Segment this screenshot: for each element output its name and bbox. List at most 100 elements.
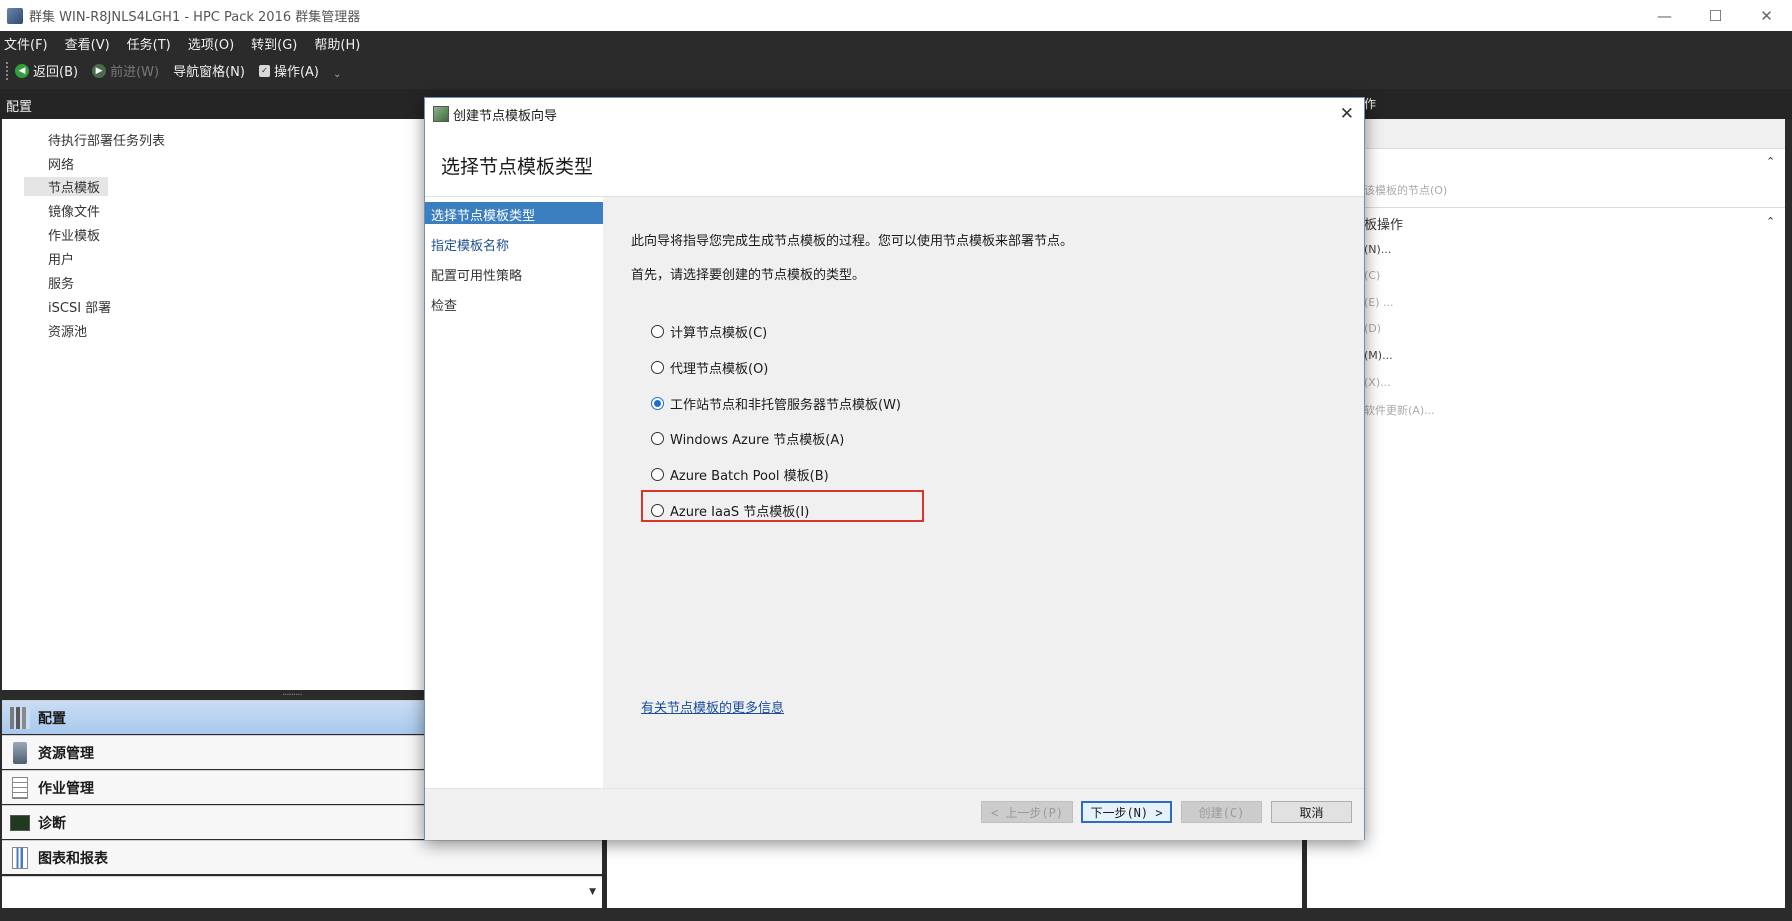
back-button[interactable]: ◀ 返回(B) (15, 61, 78, 80)
toolbar-overflow-icon[interactable]: ⌄ (333, 69, 341, 80)
radio-button[interactable] (651, 468, 664, 481)
actions-icon: ✓ (258, 64, 270, 77)
chevron-down-icon[interactable]: ▼ (589, 887, 596, 897)
dialog-footer: < 上一步(P) 下一步(N) > 创建(C) 取消 (425, 788, 1364, 840)
option-windows-azure[interactable]: Windows Azure 节点模板(A) (651, 429, 844, 448)
dialog-heading: 选择节点模板类型 (441, 156, 594, 178)
option-label: 计算节点模板(C) (670, 326, 768, 341)
nav-pane-button[interactable]: 导航窗格(N) (173, 61, 245, 80)
chart-report-icon (12, 846, 28, 869)
tree-item-pending-deploy[interactable]: 待执行部署任务列表 (48, 130, 165, 149)
back-arrow-icon: ◀ (15, 63, 29, 78)
forward-button[interactable]: ▶ 前进(W) (92, 61, 159, 80)
nav-jobs-label: 作业管理 (38, 780, 94, 797)
forward-label: 前进(W) (110, 65, 160, 80)
toolbar: ◀ 返回(B) ▶ 前进(W) 导航窗格(N) ✓ 操作(A) ⌄ (0, 55, 1792, 86)
nav-pane-label: 导航窗格(N) (173, 65, 245, 80)
nav-resource-label: 资源管理 (38, 745, 94, 762)
status-bar (0, 910, 1792, 921)
minimize-button[interactable]: — (1639, 0, 1690, 31)
option-compute-node[interactable]: 计算节点模板(C) (651, 322, 767, 341)
radio-button[interactable] (651, 361, 664, 374)
nav-reports-label: 图表和报表 (38, 850, 108, 867)
diagnostics-monitor-icon (10, 814, 30, 831)
actions-pane (1307, 119, 1785, 908)
actions-pane-subheader (1307, 119, 1785, 149)
actions-divider (1307, 207, 1785, 208)
close-window-button[interactable]: ✕ (1741, 0, 1792, 31)
menu-file[interactable]: 文件(F) (4, 34, 48, 53)
wizard-steps: 选择节点模板类型 指定模板名称 配置可用性策略 检查 (425, 197, 603, 788)
tree-item-job-templates[interactable]: 作业模板 (48, 225, 100, 244)
menu-goto[interactable]: 转到(G) (251, 34, 297, 53)
maximize-button[interactable]: ☐ (1690, 0, 1741, 31)
action-edit[interactable]: (E) ... (1364, 296, 1394, 309)
step-template-name[interactable]: 指定模板名称 (425, 232, 603, 254)
action-import[interactable]: (M)... (1364, 349, 1393, 362)
job-list-icon (12, 776, 28, 799)
back-label: 返回(B) (33, 65, 79, 80)
tree-item-services[interactable]: 服务 (48, 273, 74, 292)
action-view-nodes[interactable]: 该模板的节点(O) (1364, 182, 1447, 198)
cancel-button[interactable]: 取消 (1271, 801, 1352, 823)
radio-button[interactable] (651, 504, 664, 517)
toolbar-grip[interactable] (6, 61, 9, 80)
actions-label: 操作(A) (273, 65, 319, 80)
actions-button[interactable]: ✓ 操作(A) (258, 61, 319, 80)
option-label: 工作站节点和非托管服务器节点模板(W) (670, 398, 901, 413)
menu-tasks[interactable]: 任务(T) (127, 34, 171, 53)
wizard-icon (433, 106, 449, 122)
tree-item-images[interactable]: 镜像文件 (48, 201, 100, 220)
action-new[interactable]: (N)... (1364, 243, 1391, 256)
option-label: Windows Azure 节点模板(A) (670, 433, 845, 448)
action-export[interactable]: (X)... (1364, 376, 1391, 389)
dialog-close-button[interactable]: ✕ (1340, 104, 1354, 124)
nav-footer: ▼ (2, 876, 602, 908)
option-label: Azure Batch Pool 模板(B) (670, 469, 829, 484)
server-icon (13, 741, 27, 764)
nav-reports-button[interactable]: 图表和报表 (2, 840, 602, 874)
forward-arrow-icon: ▶ (92, 63, 107, 78)
wizard-content: 此向导将指导您完成生成节点模板的过程。您可以使用节点模板来部署节点。 首先，请选… (603, 197, 1364, 788)
config-sliders-icon (10, 706, 30, 729)
radio-button[interactable] (651, 325, 664, 338)
radio-button[interactable] (651, 432, 664, 445)
nav-diagnostics-label: 诊断 (38, 815, 66, 832)
results-pane (607, 838, 1302, 908)
option-azure-iaas[interactable]: Azure IaaS 节点模板(I) (651, 501, 809, 520)
action-section-template-ops: 板操作 (1364, 218, 1404, 233)
more-info-link[interactable]: 有关节点模板的更多信息 (641, 697, 784, 716)
action-software-update[interactable]: 软件更新(A)... (1364, 402, 1435, 418)
create-node-template-wizard: 创建节点模板向导 ✕ 选择节点模板类型 选择节点模板类型 指定模板名称 配置可用… (424, 97, 1365, 840)
menu-view[interactable]: 查看(V) (65, 34, 110, 53)
step-availability-policy: 配置可用性策略 (431, 269, 523, 284)
prev-button[interactable]: < 上一步(P) (981, 801, 1073, 823)
collapse-caret-icon-2[interactable]: ⌃ (1766, 215, 1775, 228)
option-azure-batch-pool[interactable]: Azure Batch Pool 模板(B) (651, 465, 829, 484)
next-button[interactable]: 下一步(N) > (1081, 801, 1172, 823)
dialog-title: 创建节点模板向导 (453, 108, 558, 124)
dialog-titlebar: 创建节点模板向导 ✕ (425, 98, 1364, 130)
option-broker-node[interactable]: 代理节点模板(O) (651, 358, 768, 377)
tree-item-users[interactable]: 用户 (48, 249, 74, 268)
option-label: Azure IaaS 节点模板(I) (670, 505, 810, 520)
app-icon (7, 7, 23, 24)
nav-config-label: 配置 (38, 710, 66, 727)
tree-item-network[interactable]: 网络 (48, 154, 74, 173)
option-label: 代理节点模板(O) (670, 362, 769, 377)
menu-help[interactable]: 帮助(H) (314, 34, 360, 53)
collapse-caret-icon[interactable]: ⌃ (1766, 155, 1775, 168)
option-workstation-node[interactable]: 工作站节点和非托管服务器节点模板(W) (651, 394, 901, 413)
menu-options[interactable]: 选项(O) (188, 34, 234, 53)
tree-item-iscsi[interactable]: iSCSI 部署 (48, 297, 111, 316)
radio-button-selected[interactable] (651, 397, 664, 410)
action-delete[interactable]: (D) (1364, 322, 1381, 335)
create-button[interactable]: 创建(C) (1181, 801, 1262, 823)
actions-pane-header: 作 (1364, 97, 1377, 111)
action-copy[interactable]: (C) (1364, 269, 1380, 282)
tree-item-node-templates[interactable]: 节点模板 (24, 177, 108, 196)
intro-text: 此向导将指导您完成生成节点模板的过程。您可以使用节点模板来部署节点。 (631, 234, 1074, 249)
step-select-type[interactable]: 选择节点模板类型 (425, 202, 603, 224)
menu-bar: 文件(F) 查看(V) 任务(T) 选项(O) 转到(G) 帮助(H) (0, 31, 1792, 55)
tree-item-resource-pools[interactable]: 资源池 (48, 321, 87, 340)
